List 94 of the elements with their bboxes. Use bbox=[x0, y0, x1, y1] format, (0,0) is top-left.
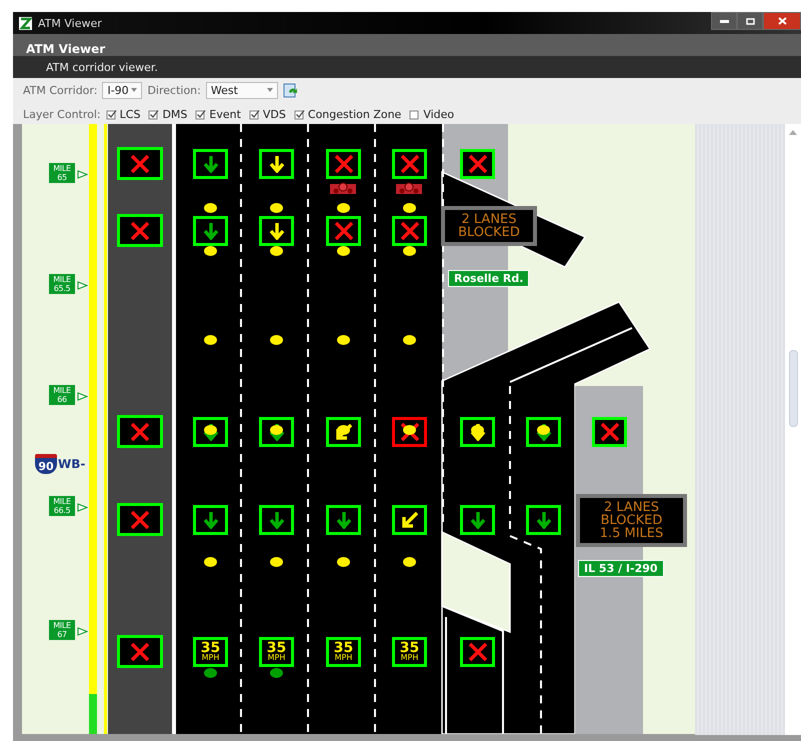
speed-unit: MPH bbox=[202, 654, 220, 662]
x-mark-icon bbox=[129, 154, 151, 174]
speed-value: 35 bbox=[400, 642, 420, 654]
close-icon bbox=[778, 17, 786, 25]
layer-control-label: Layer Control: bbox=[23, 108, 101, 120]
speed-value: 35 bbox=[334, 642, 354, 654]
camera-icon[interactable] bbox=[395, 181, 423, 195]
x-mark-icon bbox=[398, 221, 420, 241]
message-sign[interactable]: 2 LANES BLOCKED bbox=[441, 206, 537, 246]
detector-dot[interactable] bbox=[204, 246, 217, 256]
route-shield: 90 bbox=[35, 454, 57, 474]
message-sign[interactable]: 2 LANES BLOCKED 1.5 MILES bbox=[576, 494, 687, 547]
speed-value: 35 bbox=[266, 642, 286, 654]
lane-control-sign[interactable]: 35 MPH bbox=[392, 637, 427, 667]
caret-icon bbox=[266, 88, 273, 92]
x-mark-icon bbox=[129, 642, 151, 662]
detector-dot[interactable] bbox=[337, 203, 350, 213]
app-logo-icon bbox=[19, 16, 32, 30]
detector-dot[interactable] bbox=[270, 425, 283, 435]
lane-control-sign[interactable] bbox=[392, 417, 427, 447]
detector-dot[interactable] bbox=[403, 335, 416, 345]
detector-dot[interactable] bbox=[403, 203, 416, 213]
mile-marker: MILE 65 bbox=[49, 163, 75, 183]
speed-value: 35 bbox=[200, 642, 220, 654]
detector-dot[interactable] bbox=[270, 557, 283, 567]
scroll-thumb[interactable] bbox=[788, 350, 798, 427]
x-mark-icon bbox=[129, 510, 151, 530]
x-mark-icon bbox=[332, 221, 354, 241]
detector-dot[interactable] bbox=[337, 246, 350, 256]
pointer-icon bbox=[77, 281, 88, 290]
lane-control-sign[interactable]: 35 MPH bbox=[326, 637, 361, 667]
corridor-select[interactable]: I-90 bbox=[102, 82, 142, 98]
direction-label: Direction: bbox=[147, 84, 201, 96]
pointer-icon bbox=[77, 627, 88, 636]
road-label: Roselle Rd. bbox=[448, 270, 530, 287]
road-label: IL 53 / I-290 bbox=[578, 560, 664, 577]
mile-marker: MILE 65.5 bbox=[49, 274, 75, 294]
layer-checkbox[interactable]: DMS bbox=[148, 108, 188, 120]
speed-unit: MPH bbox=[268, 654, 286, 662]
detector-dot[interactable] bbox=[403, 246, 416, 256]
lane-control-sign[interactable]: 35 MPH bbox=[259, 637, 294, 667]
x-mark-icon bbox=[598, 422, 620, 442]
x-mark-icon bbox=[129, 422, 151, 442]
scrollbar[interactable] bbox=[785, 124, 801, 735]
caret-icon bbox=[131, 88, 138, 92]
detector-dot[interactable] bbox=[471, 425, 484, 435]
direction-select[interactable]: West bbox=[206, 82, 278, 98]
x-mark-icon bbox=[398, 422, 420, 442]
layer-checkbox[interactable]: LCS bbox=[106, 108, 140, 120]
detector-dot[interactable] bbox=[403, 557, 416, 567]
mile-marker: MILE 66.5 bbox=[49, 496, 75, 516]
corridor-label: ATM Corridor: bbox=[23, 84, 98, 96]
mile-marker: MILE 67 bbox=[49, 620, 75, 640]
pointer-icon bbox=[77, 170, 88, 179]
detector-dot[interactable] bbox=[204, 203, 217, 213]
detector-dot[interactable] bbox=[204, 425, 217, 435]
detector-dot[interactable] bbox=[204, 335, 217, 345]
lane-control-sign[interactable]: 35 MPH bbox=[193, 637, 228, 667]
x-mark-icon bbox=[129, 220, 151, 240]
refresh-icon[interactable] bbox=[282, 82, 298, 98]
pointer-icon bbox=[77, 392, 88, 401]
maximize-button[interactable] bbox=[737, 12, 763, 30]
layer-checkbox[interactable]: Event bbox=[195, 108, 241, 120]
detector-dot[interactable] bbox=[337, 425, 350, 435]
detector-dot[interactable] bbox=[403, 425, 416, 435]
panel-title: ATM Viewer bbox=[26, 42, 106, 56]
detector-dot[interactable] bbox=[270, 203, 283, 213]
detector-dot[interactable] bbox=[337, 335, 350, 345]
x-mark-icon bbox=[466, 154, 488, 174]
detector-dot[interactable] bbox=[204, 557, 217, 567]
detector-dot[interactable] bbox=[337, 557, 350, 567]
detector-dot[interactable] bbox=[270, 668, 283, 678]
panel-subtitle: ATM corridor viewer. bbox=[46, 60, 158, 74]
layer-checkbox[interactable]: Congestion Zone bbox=[294, 108, 402, 120]
speed-unit: MPH bbox=[334, 654, 352, 662]
detector-dot[interactable] bbox=[204, 668, 217, 678]
detector-dot[interactable] bbox=[270, 246, 283, 256]
camera-icon[interactable] bbox=[329, 181, 357, 195]
layer-checkbox[interactable]: VDS bbox=[248, 108, 286, 120]
minimize-icon bbox=[720, 20, 728, 22]
speed-unit: MPH bbox=[400, 654, 418, 662]
close-button[interactable] bbox=[763, 12, 801, 30]
route-direction: WB- bbox=[58, 457, 86, 471]
detector-dot[interactable] bbox=[537, 425, 550, 435]
maximize-icon bbox=[746, 18, 754, 24]
pointer-icon bbox=[77, 503, 88, 512]
x-mark-icon bbox=[466, 642, 488, 662]
minimize-button[interactable] bbox=[711, 12, 737, 30]
window-title: ATM Viewer bbox=[38, 16, 102, 30]
mile-marker: MILE 66 bbox=[49, 385, 75, 405]
x-mark-icon bbox=[398, 154, 420, 174]
x-mark-icon bbox=[332, 154, 354, 174]
detector-dot[interactable] bbox=[270, 335, 283, 345]
layer-checkbox[interactable]: Video bbox=[409, 108, 454, 120]
